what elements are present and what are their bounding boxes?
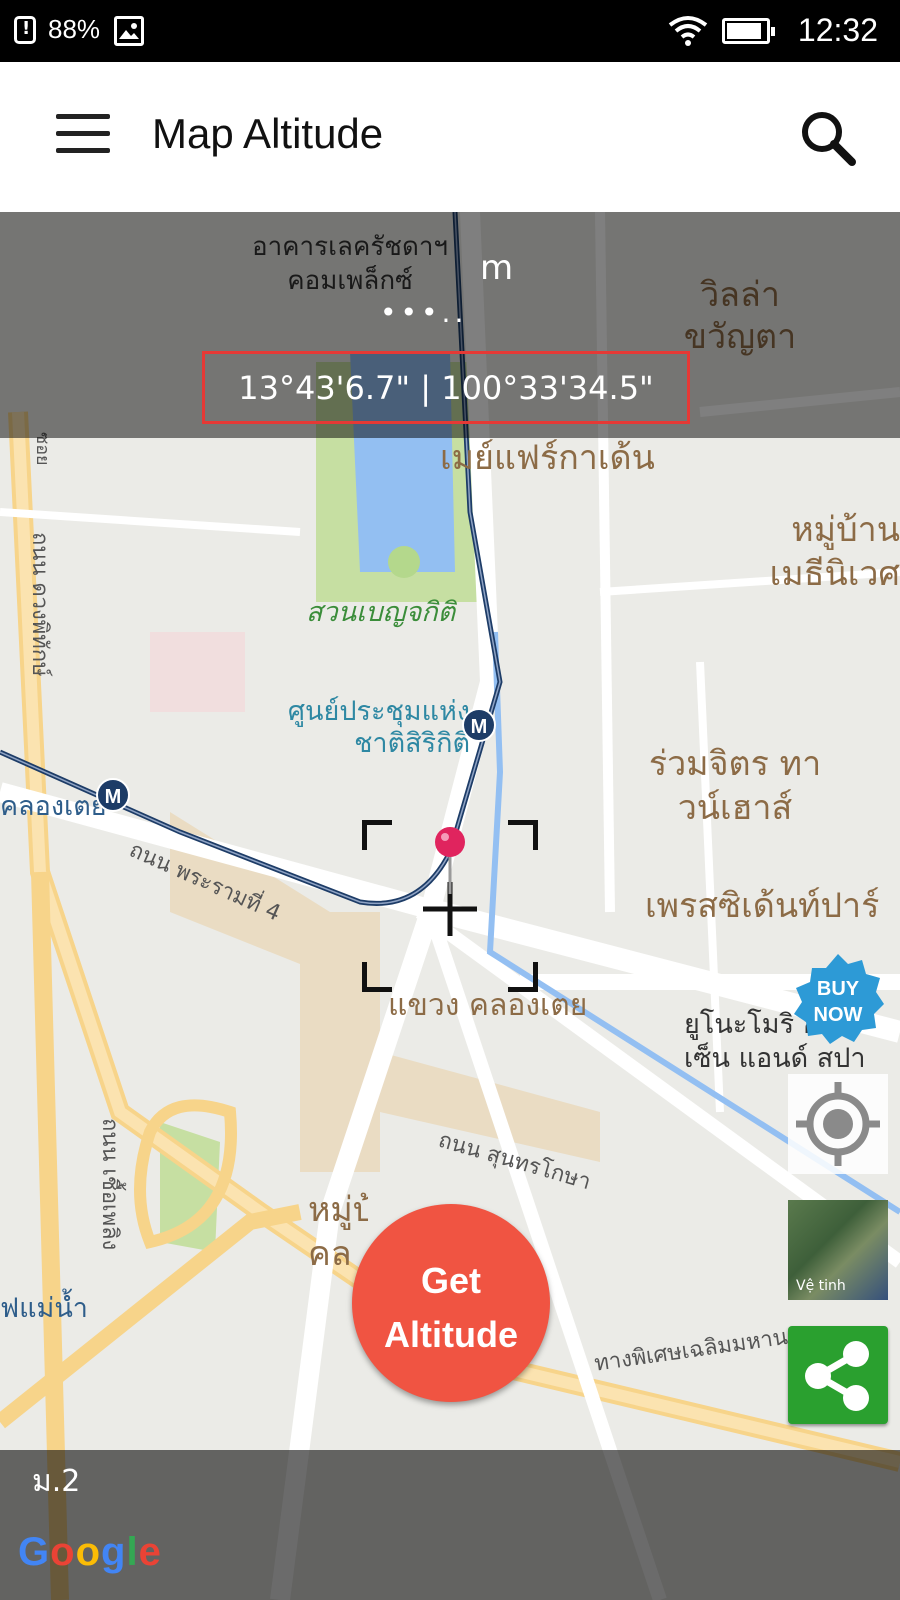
map-label-mayfair: เมย์แฟร์กาเด้น: [440, 438, 655, 478]
map-label-president: เพรสซิเด้นท์ปาร์: [645, 886, 880, 926]
google-logo: Google: [18, 1530, 162, 1574]
app-title: Map Altitude: [152, 110, 384, 157]
share-icon: [805, 1341, 869, 1411]
app-bar: Map Altitude: [0, 62, 900, 212]
wifi-icon: [668, 16, 708, 46]
share-button[interactable]: [788, 1326, 888, 1424]
map-label-ruam-jit: ร่วมจิตร ทาวน์เฮาส์: [648, 744, 822, 828]
alert-icon: [14, 16, 36, 44]
battery-percent: 88%: [48, 14, 101, 44]
bottom-label: ม.2: [32, 1464, 81, 1499]
satellite-label: Vệ tinh: [796, 1278, 846, 1294]
map-label-convention-center: ศูนย์ประชุมแห่ง ชาติสิริกิติ์: [287, 696, 470, 759]
battery-icon: [722, 18, 775, 44]
map-label-benjakitti-park: สวนเบญจกิติ: [306, 597, 456, 628]
map-label-duang-phithak-road: ถนน ดวงพิทักษ์: [27, 532, 52, 677]
clock: 12:32: [797, 12, 878, 48]
map-label-chuea-phloeng-road: ถนน เชื้อเพลิง: [97, 1118, 122, 1251]
buy-now-badge[interactable]: BUY NOW: [790, 952, 886, 1048]
coordinates-text: 13°43'6.7" | 100°33'34.5": [238, 369, 654, 407]
menu-button[interactable]: [50, 102, 116, 164]
metro-icon: M: [96, 778, 130, 812]
image-icon: [114, 16, 144, 46]
altitude-value: m: [480, 248, 514, 288]
loading-indicator: •••..: [380, 296, 468, 329]
bottom-overlay: [0, 1450, 900, 1600]
get-altitude-button[interactable]: Get Altitude: [352, 1204, 550, 1402]
map-label-khlong-toei-station: คลองเตย: [0, 791, 107, 822]
location-pin-icon: [435, 827, 465, 894]
map-label-village-ne: หมู่บ้าน เมธีนิเวศ: [769, 510, 900, 594]
buy-now-label: BUY NOW: [813, 978, 863, 1026]
my-location-button[interactable]: [788, 1074, 888, 1174]
metro-icon: M: [462, 708, 496, 742]
satellite-view-button[interactable]: Vệ tinh: [788, 1200, 888, 1300]
map-label-mae-nam-station: ฟแม่น้ำ: [0, 1293, 88, 1324]
coordinates-box: 13°43'6.7" | 100°33'34.5": [202, 351, 690, 424]
target-icon: [796, 1082, 880, 1166]
get-altitude-label: Get Altitude: [384, 1260, 518, 1355]
status-bar: 88% 12:32: [0, 0, 900, 62]
search-icon[interactable]: [796, 106, 860, 170]
